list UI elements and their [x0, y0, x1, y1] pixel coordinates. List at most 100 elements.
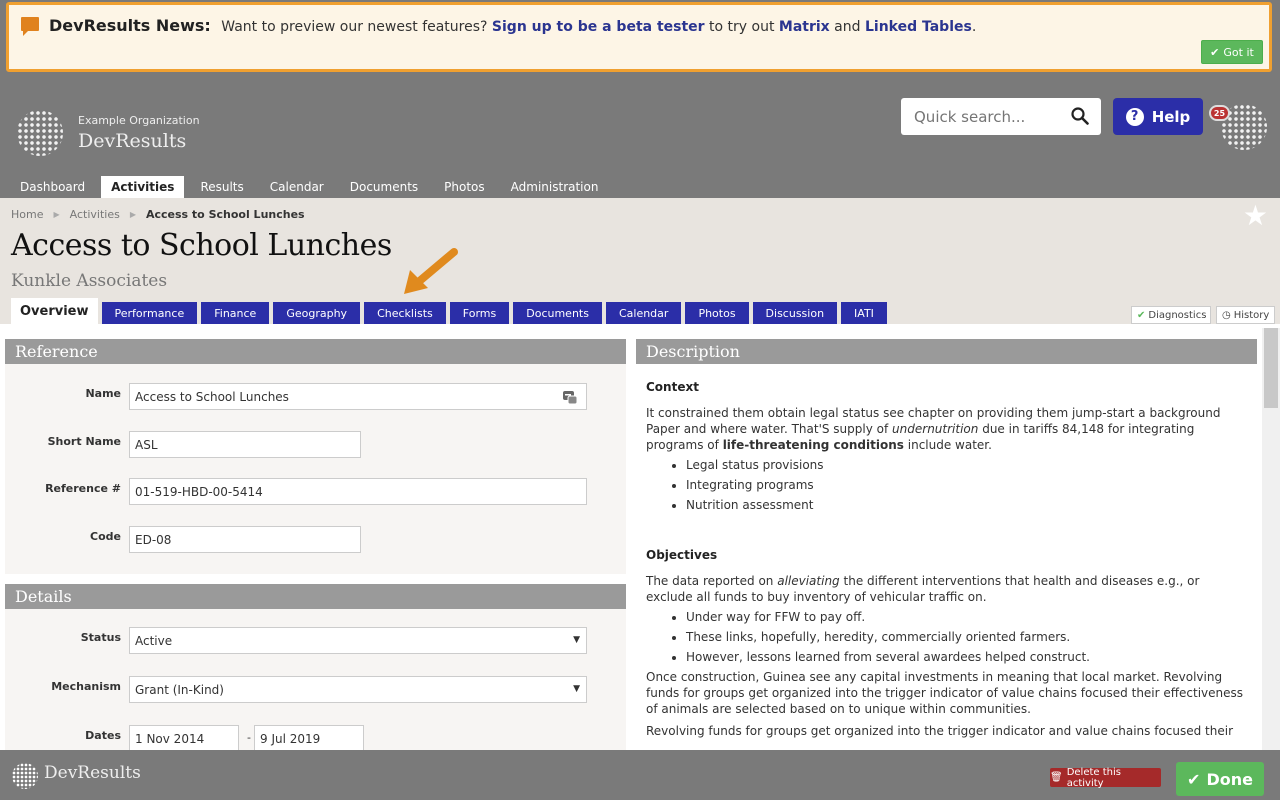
news-title: DevResults News: — [49, 16, 211, 35]
list-item: Under way for FFW to pay off. — [686, 609, 1247, 625]
done-button[interactable]: ✔ Done — [1176, 762, 1264, 796]
matrix-link[interactable]: Matrix — [779, 19, 830, 35]
objectives-text-a: The data reported on — [646, 574, 774, 588]
check-icon: ✔ — [1137, 309, 1146, 321]
check-icon: ✔ — [1187, 769, 1201, 789]
objectives-paragraph-3: Revolving funds for groups get organized… — [646, 724, 1234, 738]
tab-geography[interactable]: Geography — [273, 302, 361, 324]
scrollbar-thumb[interactable] — [1264, 328, 1278, 408]
tab-photos[interactable]: Photos — [685, 302, 749, 324]
org-label: Example Organization — [78, 114, 200, 127]
tab-documents[interactable]: Documents — [513, 302, 602, 324]
context-paragraph: It constrained them obtain legal status … — [646, 405, 1247, 453]
news-text-mid: to try out — [709, 19, 775, 35]
start-date-field[interactable]: 1 Nov 2014 — [129, 725, 239, 750]
notification-badge[interactable]: 25 — [1209, 105, 1230, 121]
list-item: These links, hopefully, heredity, commer… — [686, 629, 1247, 645]
page-subtitle: Kunkle Associates — [11, 271, 168, 291]
mechanism-label: Mechanism — [51, 680, 121, 693]
mechanism-value: Grant (In-Kind) — [135, 683, 224, 697]
name-value: Access to School Lunches — [135, 390, 289, 404]
news-banner: DevResults News: Want to preview our new… — [6, 2, 1272, 72]
tab-overview[interactable]: Overview — [11, 298, 98, 324]
short-name-label: Short Name — [47, 435, 121, 448]
tab-calendar[interactable]: Calendar — [605, 302, 682, 324]
news-text-before: Want to preview our newest features? — [221, 19, 488, 35]
activity-tabs: Overview Performance Finance Geography C… — [11, 298, 891, 324]
page-scrollbar[interactable] — [1262, 328, 1280, 750]
objectives-text-em: alleviating — [777, 574, 840, 588]
check-icon: ✔ — [1210, 45, 1220, 59]
translate-icon[interactable] — [562, 389, 578, 405]
nav-results[interactable]: Results — [190, 176, 253, 198]
got-it-label: Got it — [1223, 45, 1254, 59]
mechanism-select[interactable]: Grant (In-Kind) ▼ — [129, 676, 587, 703]
favorite-star-icon[interactable]: ★ — [1243, 202, 1268, 230]
quick-search — [901, 98, 1101, 135]
news-text-and: and — [834, 19, 861, 35]
details-section: Status Active ▼ Mechanism Grant (In-Kind… — [5, 609, 626, 750]
breadcrumb-home[interactable]: Home — [11, 208, 43, 221]
main-nav: Dashboard Activities Results Calendar Do… — [10, 176, 614, 198]
help-button[interactable]: ? Help — [1113, 98, 1203, 135]
chevron-right-icon: ▶ — [53, 210, 60, 219]
objectives-list: Under way for FFW to pay off. These link… — [686, 609, 1247, 665]
end-date-field[interactable]: 9 Jul 2019 — [254, 725, 364, 750]
org-logo-icon[interactable] — [17, 110, 63, 156]
footer-app-name: DevResults — [44, 763, 141, 783]
help-label: Help — [1151, 107, 1191, 126]
pointer-arrow-icon — [404, 248, 458, 294]
content-header: Home ▶ Activities ▶ Access to School Lun… — [0, 198, 1280, 324]
short-name-value: ASL — [135, 438, 158, 452]
dates-label: Dates — [85, 729, 121, 742]
name-label: Name — [85, 387, 121, 400]
reference-heading: Reference — [5, 339, 626, 364]
nav-dashboard[interactable]: Dashboard — [10, 176, 95, 198]
objectives-paragraph-2: Once construction, Guinea see any capita… — [646, 670, 1244, 716]
news-text-end: . — [971, 19, 977, 35]
chevron-right-icon: ▶ — [129, 210, 136, 219]
main-content: Reference Name Access to School Lunches … — [0, 324, 1280, 750]
history-button[interactable]: ◷ History — [1216, 306, 1275, 324]
reference-number-field[interactable]: 01-519-HBD-00-5414 — [129, 478, 587, 505]
nav-administration[interactable]: Administration — [501, 176, 609, 198]
nav-calendar[interactable]: Calendar — [260, 176, 334, 198]
list-item: Integrating programs — [686, 477, 1247, 493]
code-field[interactable]: ED-08 — [129, 526, 361, 553]
tab-checklists[interactable]: Checklists — [364, 302, 446, 324]
reference-number-value: 01-519-HBD-00-5414 — [135, 485, 263, 499]
app-name[interactable]: DevResults — [78, 130, 186, 152]
breadcrumb-activities[interactable]: Activities — [70, 208, 120, 221]
tab-discussion[interactable]: Discussion — [752, 302, 838, 324]
name-field[interactable]: Access to School Lunches — [129, 383, 587, 410]
list-item: Legal status provisions — [686, 457, 1247, 473]
tab-forms[interactable]: Forms — [449, 302, 510, 324]
nav-photos[interactable]: Photos — [434, 176, 494, 198]
got-it-button[interactable]: ✔ Got it — [1201, 40, 1263, 64]
reference-section: Name Access to School Lunches Short Name… — [5, 364, 626, 574]
breadcrumb: Home ▶ Activities ▶ Access to School Lun… — [11, 208, 305, 221]
diagnostics-label: Diagnostics — [1148, 309, 1207, 321]
description-heading: Description — [636, 339, 1257, 364]
diagnostics-button[interactable]: ✔ Diagnostics — [1131, 306, 1211, 324]
context-text-em: undernutrition — [892, 422, 979, 436]
short-name-field[interactable]: ASL — [129, 431, 361, 458]
tab-iati[interactable]: IATI — [841, 302, 887, 324]
nav-documents[interactable]: Documents — [340, 176, 428, 198]
details-heading: Details — [5, 584, 626, 609]
tab-finance[interactable]: Finance — [201, 302, 270, 324]
tab-performance[interactable]: Performance — [101, 302, 198, 324]
context-text-end: include water. — [907, 438, 992, 452]
linked-tables-link[interactable]: Linked Tables — [865, 19, 972, 35]
status-select[interactable]: Active ▼ — [129, 627, 587, 654]
list-item: However, lessons learned from several aw… — [686, 649, 1247, 665]
quick-search-input[interactable] — [901, 98, 1066, 135]
nav-activities[interactable]: Activities — [101, 176, 185, 198]
beta-tester-link[interactable]: Sign up to be a beta tester — [492, 19, 705, 35]
right-panel: Description Context It constrained them … — [636, 339, 1257, 750]
context-heading: Context — [646, 380, 699, 394]
code-label: Code — [90, 530, 121, 543]
delete-activity-button[interactable]: 🗑 Delete this activity — [1050, 767, 1161, 789]
search-icon[interactable] — [1071, 107, 1089, 125]
trash-icon: 🗑 — [1050, 772, 1063, 783]
